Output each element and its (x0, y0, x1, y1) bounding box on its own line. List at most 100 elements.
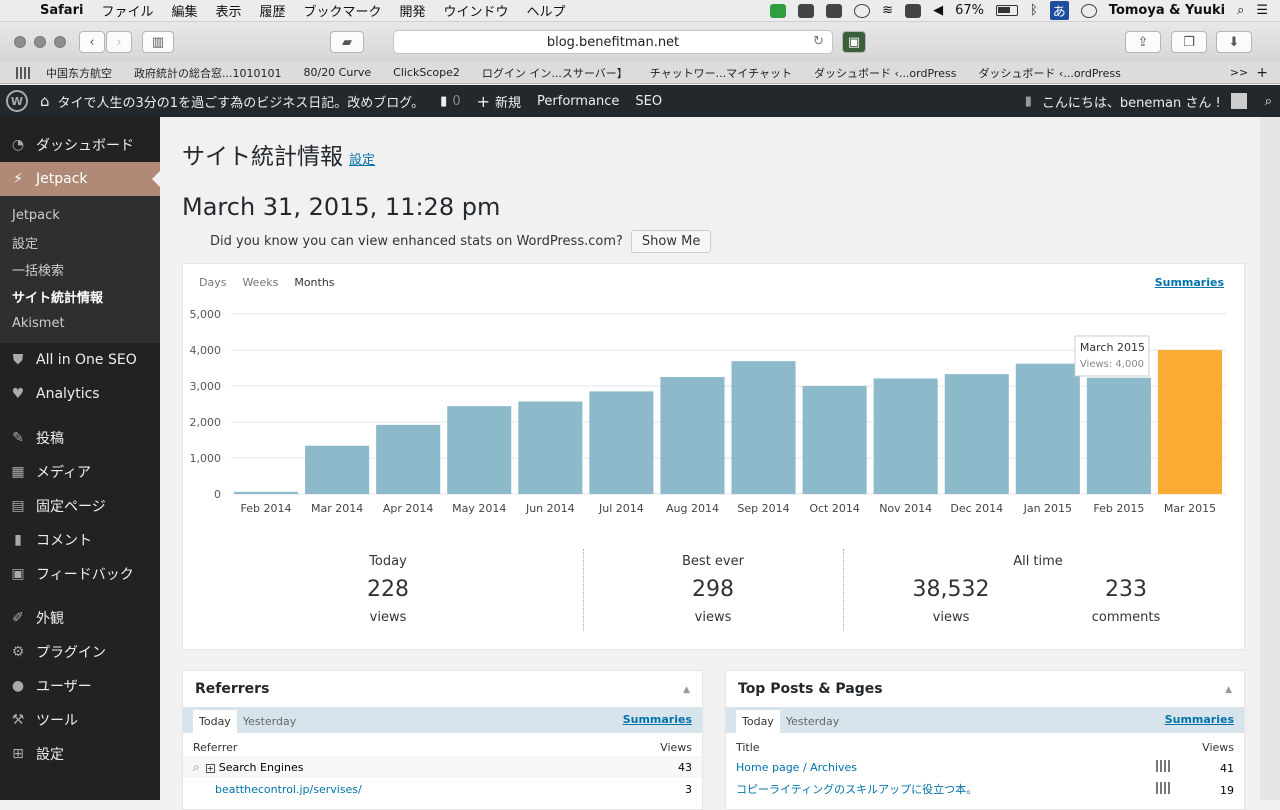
chart-bar[interactable] (731, 361, 796, 494)
post-stats-icon[interactable] (1156, 781, 1170, 794)
time-machine-icon[interactable] (854, 3, 871, 18)
wordpress-logo-icon[interactable]: W (6, 90, 28, 112)
address-bar[interactable]: blog.benefitman.net ↻ (393, 30, 833, 54)
page-scrollbar[interactable] (1260, 117, 1280, 800)
chart-bar[interactable] (1157, 350, 1222, 494)
referrer-link[interactable]: beatthecontrol.jp/servises/ (215, 783, 362, 796)
menu-file[interactable]: ファイル (101, 1, 153, 20)
chart-bar[interactable] (518, 401, 583, 494)
menu-window[interactable]: ウインドウ (444, 1, 509, 20)
new-tab-icon[interactable]: + (1256, 65, 1268, 81)
window-zoom-button[interactable] (54, 36, 66, 48)
battery-icon[interactable] (995, 5, 1018, 16)
chart-bar[interactable] (944, 374, 1009, 494)
avatar[interactable] (1230, 93, 1247, 109)
collapse-arrow-icon[interactable]: ▲ (1225, 685, 1232, 695)
chart-bar[interactable] (589, 391, 654, 494)
bookmarks-overflow[interactable]: >> (1230, 66, 1248, 79)
sidebar-item-media[interactable]: ▦ メディア (0, 455, 160, 489)
tab-days[interactable]: Days (199, 276, 226, 289)
spotlight-icon[interactable]: ⌕ (1237, 3, 1244, 18)
volume-icon[interactable]: ◀ (933, 3, 943, 18)
wifi-icon[interactable]: ≋ (882, 3, 893, 18)
bookmark-1[interactable]: 中国东方航空 (46, 65, 112, 81)
chart-bar[interactable] (1015, 363, 1080, 494)
expand-icon[interactable]: + (205, 763, 215, 773)
keyboard-icon[interactable] (905, 3, 922, 18)
sidebar-item-jetpack[interactable]: ⚡ Jetpack (0, 162, 160, 196)
bookmark-8[interactable]: ダッシュボード ‹...ordPress (978, 65, 1120, 81)
show-me-button[interactable]: Show Me (630, 230, 712, 253)
bookmark-6[interactable]: チャットワー...マイチャット (650, 65, 792, 81)
downloads-button[interactable]: ⬇ (1216, 31, 1252, 53)
dropbox-icon[interactable] (798, 3, 815, 18)
menu-help[interactable]: ヘルプ (527, 1, 566, 20)
submenu-akismet[interactable]: Akismet (0, 310, 160, 337)
bookmark-7[interactable]: ダッシュボード ‹...ordPress (814, 65, 956, 81)
chart-bar[interactable] (802, 386, 867, 494)
referrers-summaries-link[interactable]: Summaries (623, 713, 692, 726)
sidebar-item-plugins[interactable]: ⚙ プラグイン (0, 635, 160, 669)
input-method-icon[interactable]: あ (1049, 1, 1069, 20)
notification-center-icon[interactable]: ☰ (1256, 3, 1268, 18)
top-posts-tab-today[interactable]: Today (736, 710, 780, 733)
site-name-link[interactable]: タイで人生の3分の1を過ごす為のビジネス日記。改めブログ。 (58, 92, 425, 111)
sidebar-item-posts[interactable]: ✎ 投稿 (0, 421, 160, 455)
submenu-jetpack[interactable]: Jetpack (0, 202, 160, 229)
submenu-site-stats[interactable]: サイト統計情報 (0, 283, 160, 310)
screenshot-extension-button[interactable]: ▣ (842, 31, 866, 53)
top-posts-tab-yesterday[interactable]: Yesterday (780, 710, 845, 733)
post-stats-icon[interactable] (1156, 759, 1170, 772)
menu-app-name[interactable]: Safari (40, 3, 83, 18)
notifications-icon[interactable]: ▮ (1025, 94, 1032, 109)
tab-weeks[interactable]: Weeks (242, 276, 278, 289)
submenu-settings[interactable]: 設定 (0, 229, 160, 256)
forward-button[interactable]: › (106, 31, 132, 53)
top-sites-icon[interactable] (16, 66, 30, 79)
new-content-menu[interactable]: + 新規 (477, 92, 521, 111)
bookmark-3[interactable]: 80/20 Curve (303, 66, 371, 79)
share-button[interactable]: ⇪ (1125, 31, 1161, 53)
user-name[interactable]: Tomoya & Yuuki (1109, 3, 1225, 18)
sidebar-item-appearance[interactable]: ✐ 外観 (0, 601, 160, 635)
reload-icon[interactable]: ↻ (813, 34, 824, 49)
collapse-arrow-icon[interactable]: ▲ (683, 685, 690, 695)
menu-history[interactable]: 履歴 (259, 1, 285, 20)
sidebar-item-users[interactable]: ● ユーザー (0, 669, 160, 703)
evernote-icon[interactable] (826, 3, 843, 18)
sidebar-item-analytics[interactable]: ♥ Analytics (0, 377, 160, 411)
search-icon[interactable]: ⌕ (1265, 94, 1272, 109)
submenu-omnisearch[interactable]: 一括検索 (0, 256, 160, 283)
post-link[interactable]: コピーライティングのスキルアップに役立つ本。 (736, 781, 977, 797)
settings-link[interactable]: 設定 (349, 153, 375, 168)
referrers-tab-today[interactable]: Today (193, 710, 237, 733)
comments-menu[interactable]: ▮ 0 (440, 94, 460, 109)
chart-bar[interactable] (660, 377, 725, 494)
top-posts-summaries-link[interactable]: Summaries (1165, 713, 1234, 726)
sidebar-item-feedback[interactable]: ▣ フィードバック (0, 557, 160, 591)
seo-menu[interactable]: SEO (635, 94, 662, 109)
chart-bar[interactable] (1086, 377, 1151, 494)
sidebar-toggle-button[interactable]: ▥ (142, 31, 174, 53)
evernote-extension-button[interactable]: ▰ (330, 31, 364, 53)
referrers-tab-yesterday[interactable]: Yesterday (237, 710, 302, 733)
chart-bar[interactable] (873, 378, 938, 494)
menu-bookmarks[interactable]: ブックマーク (304, 1, 382, 20)
menu-view[interactable]: 表示 (215, 1, 241, 20)
chart-bar[interactable] (305, 445, 370, 494)
chart-bar[interactable] (234, 491, 299, 494)
sidebar-item-dashboard[interactable]: ◔ ダッシュボード (0, 128, 160, 162)
sidebar-item-comments[interactable]: ▮ コメント (0, 523, 160, 557)
sidebar-item-all-in-one-seo[interactable]: ⛊ All in One SEO (0, 343, 160, 377)
bookmark-4[interactable]: ClickScope2 (393, 66, 460, 79)
sidebar-item-settings[interactable]: ⊞ 設定 (0, 737, 160, 771)
post-link[interactable]: Home page / Archives (736, 761, 857, 774)
performance-menu[interactable]: Performance (537, 94, 619, 109)
chart-summaries-link[interactable]: Summaries (1155, 276, 1224, 289)
sidebar-item-tools[interactable]: ⚒ ツール (0, 703, 160, 737)
bluetooth-icon[interactable]: ᛒ (1030, 3, 1038, 18)
chart-bar[interactable] (447, 406, 512, 494)
tabs-overview-button[interactable]: ❐ (1171, 31, 1207, 53)
back-button[interactable]: ‹ (79, 31, 105, 53)
flag-icon[interactable] (770, 3, 787, 18)
